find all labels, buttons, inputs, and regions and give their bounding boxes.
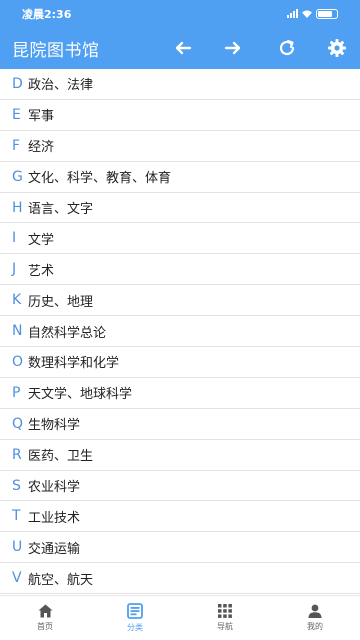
category-row-s[interactable]: S 农业科学	[0, 471, 360, 502]
category-code: J	[12, 261, 17, 278]
category-code: U	[12, 539, 23, 556]
category-code: F	[12, 137, 21, 154]
category-code: R	[12, 446, 22, 463]
category-row-t[interactable]: T 工业技术	[0, 501, 360, 533]
tab-category[interactable]: 分类	[90, 596, 180, 640]
category-row-e[interactable]: E 军事	[0, 100, 360, 131]
category-list: D 政治、法律 E 军事 F 经济 G 文化、科学、教育、体育 H 语言、文字 I 文学 J…	[0, 69, 360, 595]
category-label: 历史、地理	[28, 294, 94, 310]
tab-navigation[interactable]: 导航	[180, 596, 270, 640]
refresh-button[interactable]	[274, 35, 300, 61]
tab-label: 我的	[307, 622, 323, 631]
app-actions	[170, 35, 350, 61]
arrow-left-icon	[175, 41, 192, 55]
category-label: 军事	[28, 109, 55, 125]
category-code: G	[12, 168, 23, 185]
status-icons	[287, 8, 338, 19]
category-label: 艺术	[28, 263, 55, 279]
tab-mine[interactable]: 我的	[270, 596, 360, 640]
app-bar: 昆院图书馆	[0, 27, 360, 69]
status-time: 凌晨2:36	[22, 7, 72, 21]
forward-button[interactable]	[220, 35, 246, 61]
category-row-i[interactable]: I 文学	[0, 223, 360, 255]
category-row-o[interactable]: O 数理科学和化学	[0, 347, 360, 378]
category-list-icon	[127, 603, 143, 619]
grid-icon	[218, 604, 232, 618]
category-row-u[interactable]: U 交通运输	[0, 532, 360, 564]
category-row-h[interactable]: H 语言、文字	[0, 193, 360, 224]
tab-label: 导航	[217, 622, 233, 631]
category-code: K	[12, 292, 22, 309]
category-label: 政治、法律	[28, 78, 94, 94]
gear-icon	[328, 39, 346, 57]
category-label: 数理科学和化学	[28, 356, 120, 372]
category-row-d[interactable]: D 政治、法律	[0, 69, 360, 100]
category-code: D	[12, 75, 23, 92]
category-code: I	[12, 230, 17, 247]
category-label: 医药、卫生	[28, 449, 94, 465]
arrow-right-icon	[224, 41, 241, 55]
category-row-f[interactable]: F 经济	[0, 131, 360, 162]
category-row-v[interactable]: V 航空、航天	[0, 563, 360, 595]
wifi-icon	[302, 10, 312, 18]
category-label: 文学	[28, 232, 55, 248]
category-row-r[interactable]: R 医药、卫生	[0, 440, 360, 471]
tab-label: 分类	[127, 623, 143, 632]
category-code: V	[12, 570, 22, 587]
battery-icon	[316, 8, 338, 19]
category-code: Q	[12, 415, 24, 432]
tab-home[interactable]: 首页	[0, 596, 90, 640]
home-icon	[38, 604, 52, 618]
signal-icon	[287, 9, 298, 18]
category-code: E	[12, 106, 21, 123]
category-code: O	[12, 353, 24, 370]
category-code: P	[12, 384, 21, 401]
refresh-icon	[279, 39, 295, 56]
tab-label: 首页	[37, 622, 53, 631]
category-row-k[interactable]: K 历史、地理	[0, 285, 360, 317]
status-bar: 凌晨2:36	[0, 0, 360, 27]
category-row-q[interactable]: Q 生物科学	[0, 409, 360, 440]
category-label: 农业科学	[28, 480, 81, 496]
category-row-p[interactable]: P 天文学、地球科学	[0, 378, 360, 409]
category-label: 交通运输	[28, 541, 81, 557]
category-row-n[interactable]: N 自然科学总论	[0, 316, 360, 348]
category-code: S	[12, 477, 21, 494]
category-label: 自然科学总论	[28, 325, 107, 341]
category-label: 航空、航天	[28, 572, 94, 588]
category-row-j[interactable]: J 艺术	[0, 254, 360, 286]
back-button[interactable]	[170, 35, 196, 61]
category-label: 文化、科学、教育、体育	[28, 171, 172, 187]
category-code: N	[12, 323, 23, 340]
category-row-g[interactable]: G 文化、科学、教育、体育	[0, 162, 360, 193]
app-title: 昆院图书馆	[12, 40, 100, 61]
category-label: 经济	[28, 140, 55, 156]
category-label: 生物科学	[28, 418, 81, 434]
bottom-tab-bar: 首页 分类 导航 我的	[0, 595, 360, 640]
category-label: 工业技术	[28, 510, 81, 526]
category-code: H	[12, 199, 23, 216]
category-code: T	[12, 508, 21, 525]
settings-button[interactable]	[324, 35, 350, 61]
category-label: 语言、文字	[28, 202, 94, 217]
category-label: 天文学、地球科学	[28, 387, 133, 403]
user-icon	[308, 604, 322, 618]
